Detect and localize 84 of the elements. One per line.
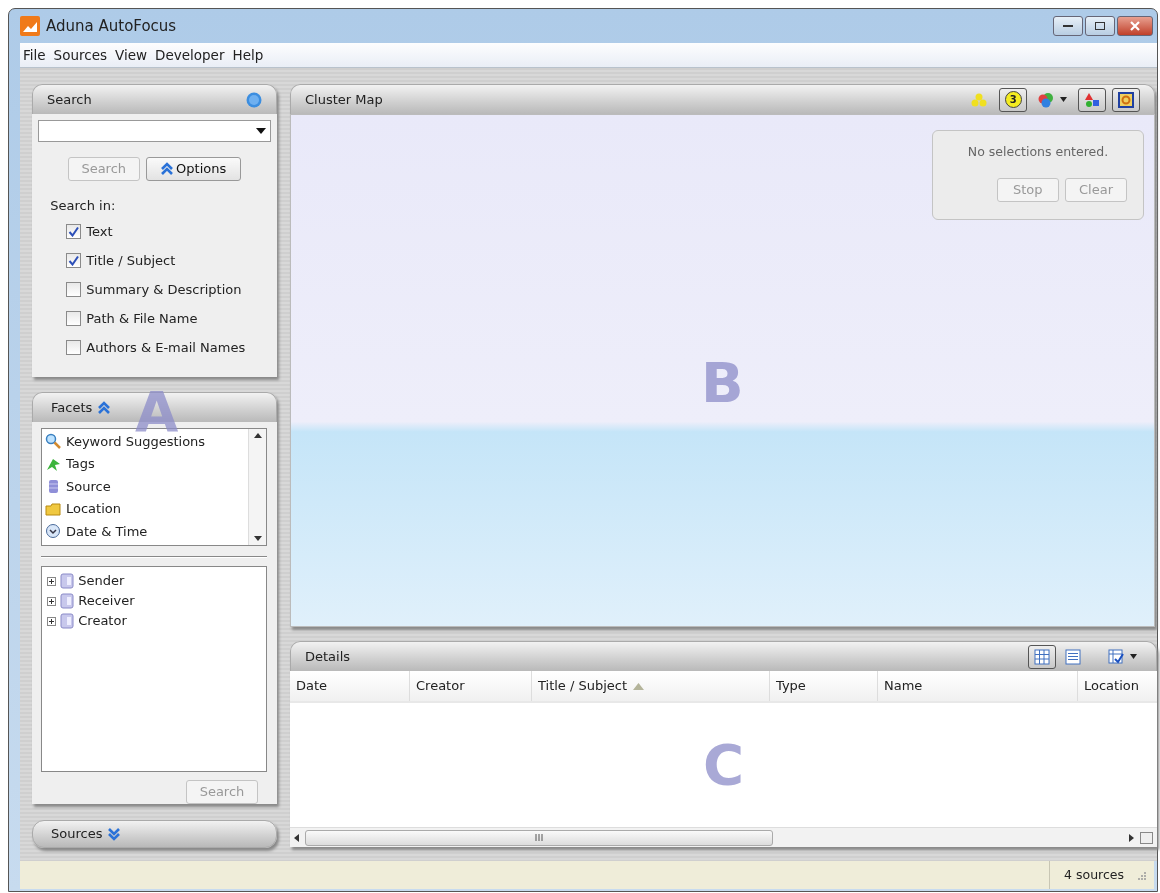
close-button[interactable] [1117, 16, 1153, 36]
sort-ascending-icon [633, 682, 645, 690]
facet-item[interactable]: Tags [42, 452, 248, 475]
grip-icon [535, 834, 543, 841]
panel-title: Sources [51, 825, 103, 844]
facet-item[interactable]: Source [42, 475, 248, 498]
maximize-icon [1095, 22, 1105, 30]
column-chooser-icon [1108, 648, 1124, 665]
dropdown-arrow-icon [1058, 97, 1068, 102]
grid-icon [1033, 648, 1050, 665]
expand-toggle-icon[interactable] [47, 596, 56, 606]
checkbox[interactable] [66, 224, 82, 240]
scroll-up-icon [253, 433, 262, 438]
panel-title: Facets [51, 398, 93, 417]
color-balls-icon [1037, 91, 1054, 108]
checkbox[interactable] [66, 311, 82, 327]
scroll-down-icon [253, 536, 262, 541]
checkbox[interactable] [66, 282, 82, 298]
dropdown-arrow-icon [255, 128, 266, 135]
annotation-letter: B [701, 355, 744, 411]
tree-item[interactable]: Creator [78, 611, 127, 631]
expand-toggle-icon[interactable] [47, 576, 56, 586]
corner-box-icon [1140, 831, 1153, 844]
section-label: Search in: [50, 197, 117, 216]
menu-item[interactable]: Help [232, 44, 264, 66]
magnifier-icon [45, 433, 61, 450]
checkbox-label: Title / Subject [86, 252, 176, 270]
column-header[interactable]: Title / Subject [532, 671, 770, 701]
menu-item[interactable]: View [115, 44, 148, 66]
close-icon [1130, 21, 1140, 31]
panel-title: Cluster Map [305, 90, 383, 109]
tree-item[interactable]: Receiver [78, 591, 135, 611]
column-header[interactable]: Date [290, 671, 410, 701]
vertical-scrollbar[interactable] [248, 429, 266, 545]
column-header[interactable]: Creator [410, 671, 532, 701]
shapes-icon [1083, 91, 1100, 108]
scroll-right-icon [1129, 833, 1134, 842]
toolbar-button[interactable] [1077, 87, 1106, 112]
scroll-thumb[interactable] [305, 829, 773, 846]
app-logo-icon [20, 16, 40, 36]
checkbox-label: Path & File Name [86, 310, 198, 328]
toolbar-button[interactable] [1112, 87, 1140, 112]
menu-item[interactable]: Developer [155, 44, 225, 66]
annotation-letter: C [702, 737, 745, 793]
menu-item[interactable]: Sources [53, 44, 107, 66]
search-combo-field[interactable] [38, 120, 271, 143]
folder-icon [45, 500, 61, 517]
status-message: No selections entered. [967, 143, 1109, 161]
checkbox-label: Authors & E-mail Names [86, 339, 246, 357]
horizontal-scrollbar[interactable] [290, 827, 1157, 847]
collapse-icon [160, 162, 173, 177]
minimize-icon [1063, 24, 1073, 28]
checkbox-label: Summary & Description [86, 281, 242, 299]
sources-panel-header[interactable]: Sources [32, 820, 277, 848]
collapse-icon [98, 400, 111, 415]
frame-icon [1118, 91, 1134, 108]
dropdown-arrow-icon [1129, 654, 1138, 659]
options-button[interactable]: Options [145, 157, 242, 182]
window-title: Aduna AutoFocus [46, 15, 177, 37]
checkbox[interactable] [66, 340, 82, 356]
panel-title: Search [47, 90, 92, 109]
scroll-left-icon [294, 833, 299, 842]
resize-grip-icon[interactable] [1136, 870, 1146, 880]
checkmark-icon [68, 226, 80, 238]
column-header[interactable]: Name [878, 671, 1078, 701]
list-icon [1064, 648, 1081, 665]
expand-toggle-icon[interactable] [47, 616, 56, 626]
maximize-button[interactable] [1085, 16, 1115, 36]
toolbar-button[interactable]: 3 [999, 87, 1028, 112]
facet-item[interactable]: Date & Time [42, 520, 248, 543]
numbered-ball-icon: 3 [1004, 91, 1022, 108]
menu-item[interactable]: File [23, 44, 46, 66]
facet-item[interactable]: Location [42, 497, 248, 520]
column-header[interactable]: Type [770, 671, 878, 701]
expand-icon [108, 827, 121, 841]
minimize-button[interactable] [1053, 16, 1083, 36]
toolbar-button[interactable] [1027, 644, 1056, 669]
tree-item[interactable]: Sender [78, 571, 125, 591]
panel-title: Details [305, 647, 351, 666]
three-dots-icon [971, 91, 987, 108]
checkmark-icon [68, 255, 80, 267]
checkbox[interactable] [66, 253, 82, 269]
status-text: 4 sources [1064, 865, 1124, 884]
checkbox-label: Text [86, 223, 113, 241]
